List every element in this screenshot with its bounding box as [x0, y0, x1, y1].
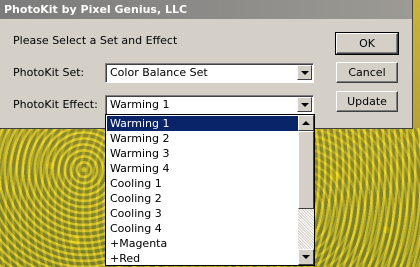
effect-option-cooling-2[interactable]: Cooling 2: [107, 191, 298, 206]
effect-option-warming-1[interactable]: Warming 1: [107, 116, 298, 131]
photokit-set-label: PhotoKit Set:: [13, 66, 85, 79]
photokit-effect-label: PhotoKit Effect:: [13, 98, 98, 111]
arrow-down-icon: [302, 255, 310, 259]
update-button[interactable]: Update: [336, 91, 398, 112]
effect-option-cooling-4[interactable]: Cooling 4: [107, 221, 298, 236]
effect-dropdown-list[interactable]: Warming 1 Warming 2 Warming 3 Warming 4 …: [105, 114, 315, 266]
effect-option-cooling-3[interactable]: Cooling 3: [107, 206, 298, 221]
chevron-down-icon: [301, 71, 309, 75]
photokit-effect-value: Warming 1: [110, 98, 170, 111]
photokit-set-select[interactable]: Color Balance Set: [105, 63, 314, 83]
effect-option-warming-3[interactable]: Warming 3: [107, 146, 298, 161]
ok-button[interactable]: OK: [335, 32, 399, 55]
effect-option-cooling-1[interactable]: Cooling 1: [107, 176, 298, 191]
scroll-up-button[interactable]: [298, 115, 314, 131]
photokit-set-dropdown-button[interactable]: [297, 65, 312, 80]
window-title: PhotoKit by Pixel Genius, LLC: [4, 3, 188, 16]
scroll-thumb[interactable]: [298, 131, 314, 209]
arrow-up-icon: [302, 121, 310, 125]
cancel-button[interactable]: Cancel: [336, 62, 398, 83]
instruction-text: Please Select a Set and Effect: [13, 34, 178, 47]
photokit-dialog: PhotoKit by Pixel Genius, LLC Please Sel…: [0, 0, 413, 129]
photokit-set-value: Color Balance Set: [110, 66, 208, 79]
effect-option-warming-2[interactable]: Warming 2: [107, 131, 298, 146]
effect-option-warming-4[interactable]: Warming 4: [107, 161, 298, 176]
photokit-effect-dropdown-button[interactable]: [297, 97, 312, 112]
dropdown-scrollbar[interactable]: [298, 115, 314, 265]
effect-option-plus-magenta[interactable]: +Magenta: [107, 236, 298, 251]
chevron-down-icon: [301, 103, 309, 107]
scroll-down-button[interactable]: [298, 249, 314, 265]
effect-option-plus-red[interactable]: +Red: [107, 251, 298, 266]
photokit-effect-select[interactable]: Warming 1: [105, 95, 314, 115]
title-bar[interactable]: PhotoKit by Pixel Genius, LLC: [0, 0, 412, 19]
